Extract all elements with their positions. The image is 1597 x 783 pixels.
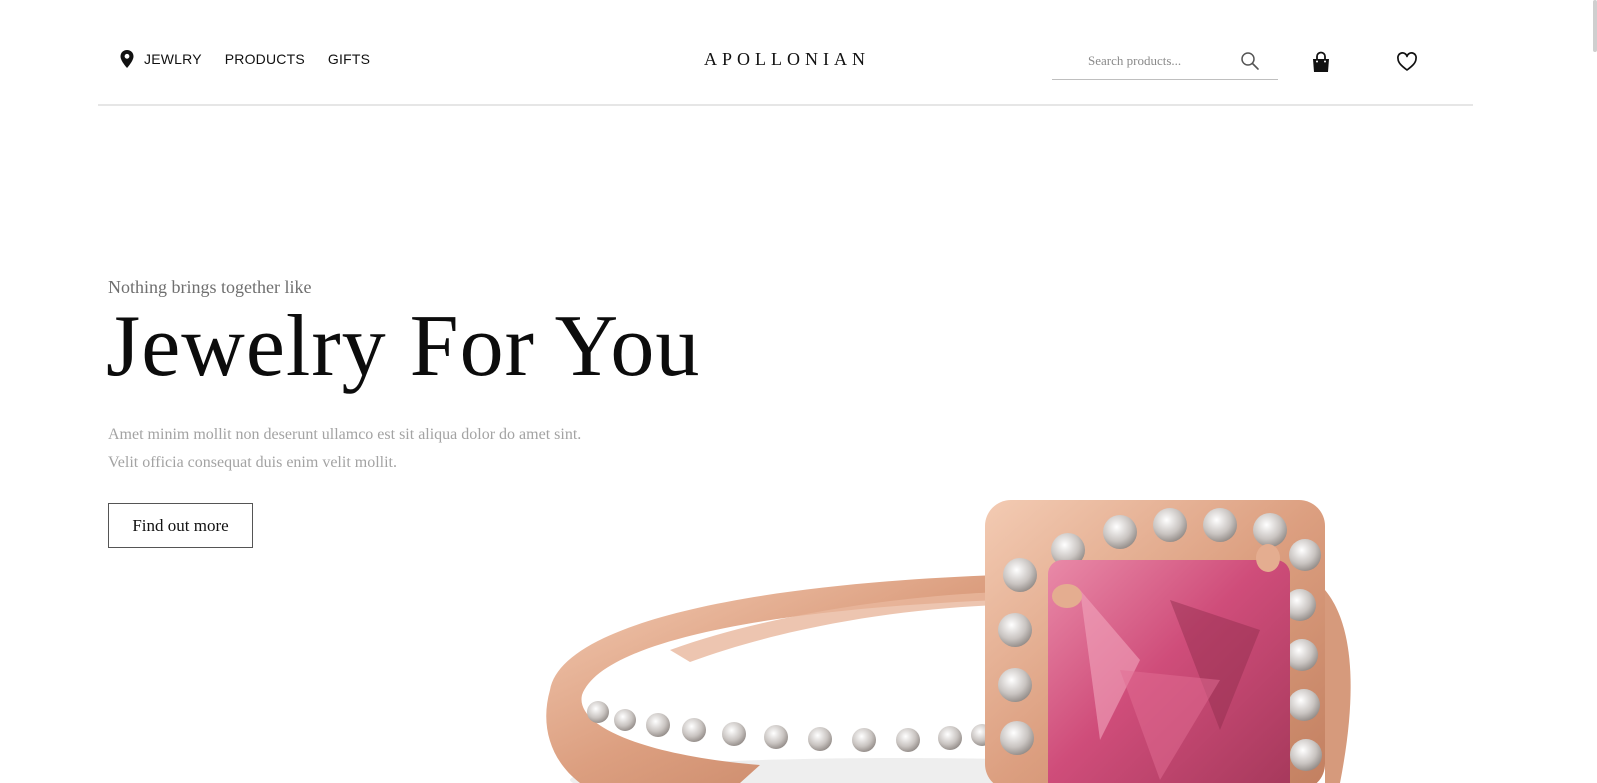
hero-description-line: Amet minim mollit non deserunt ullamco e…: [108, 426, 582, 443]
hero-description: Amet minim mollit non deserunt ullamco e…: [108, 421, 668, 477]
nav-link-gifts[interactable]: GIFTS: [328, 51, 370, 67]
hero-title: Jewelry For You: [106, 298, 701, 395]
ring-product-image: [546, 500, 1351, 783]
search-input[interactable]: [1052, 44, 1240, 78]
site-header: JEWLRY PRODUCTS GIFTS APOLLONIAN: [98, 0, 1473, 106]
brand-logo[interactable]: APOLLONIAN: [704, 49, 865, 70]
heart-icon[interactable]: [1396, 51, 1418, 73]
hero-subtitle: Nothing brings together like: [108, 277, 312, 297]
nav-link-products[interactable]: PRODUCTS: [225, 51, 305, 67]
hero-description-line: Velit officia consequat duis enim velit …: [108, 454, 397, 471]
shopping-bag-icon[interactable]: [1310, 51, 1332, 73]
main-nav: JEWLRY PRODUCTS GIFTS: [120, 50, 393, 68]
search-icon[interactable]: [1240, 51, 1260, 71]
page-scrollbar[interactable]: [1593, 0, 1597, 52]
location-pin-icon: [120, 50, 134, 68]
nav-link-jewlry[interactable]: JEWLRY: [144, 51, 202, 67]
search-box: [1052, 44, 1278, 80]
find-out-more-button[interactable]: Find out more: [108, 503, 253, 548]
